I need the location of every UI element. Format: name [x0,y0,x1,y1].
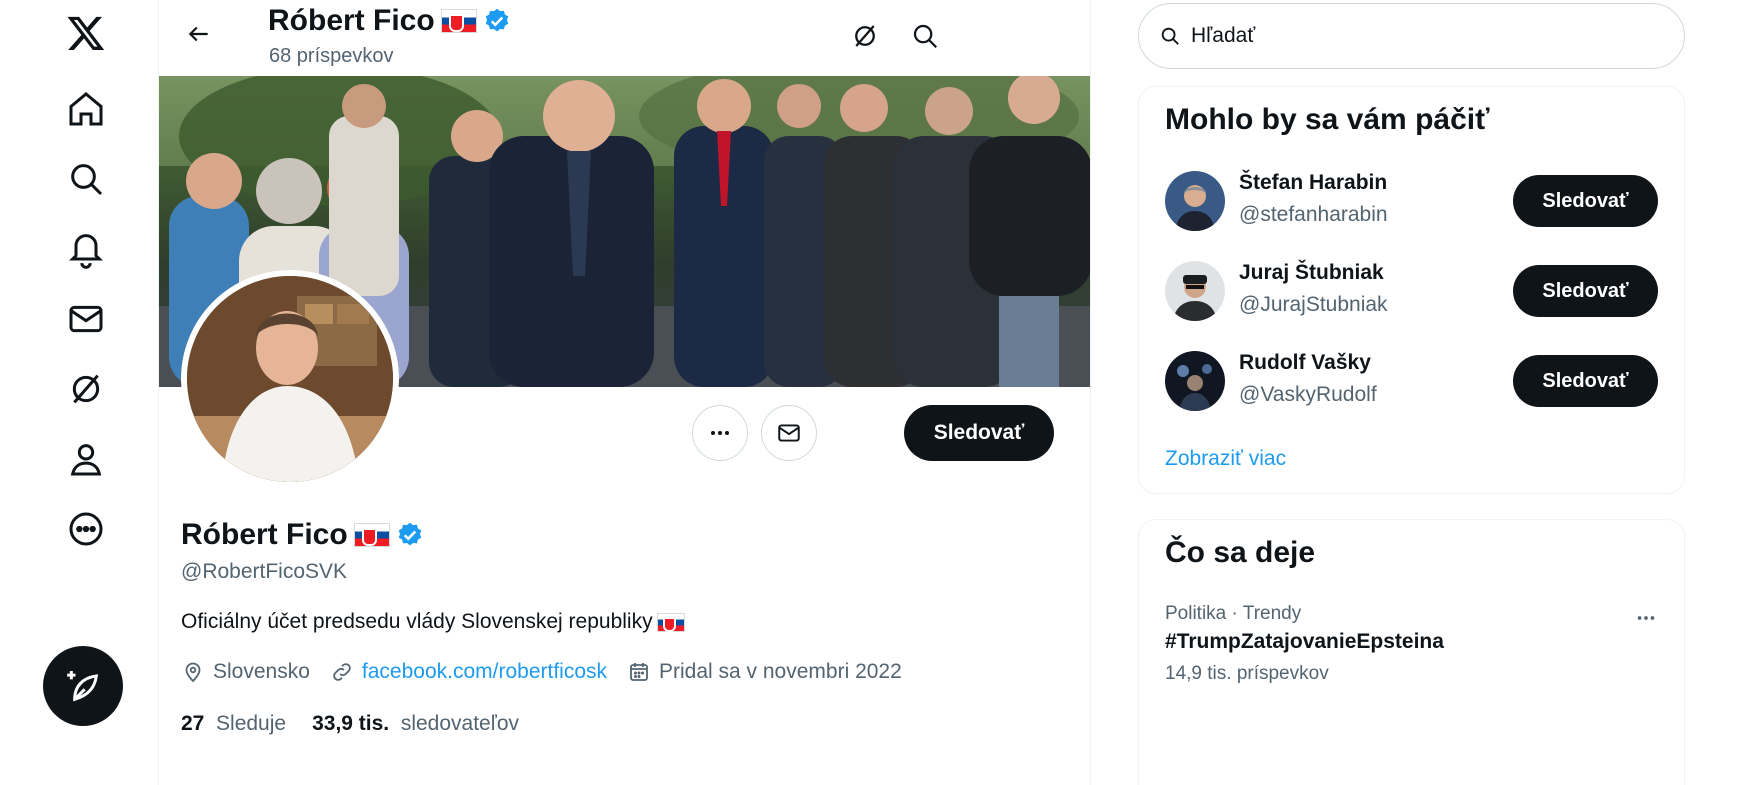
followers-stat[interactable]: 33,9 tis. sledovateľov [312,712,519,736]
suggestion-name: Juraj Štubniak [1239,261,1384,284]
joined-item: Pridal sa v novembri 2022 [627,660,902,684]
more-options-button[interactable] [692,405,748,461]
profile-column: Róbert Fico 68 príspevkov Sledovať Róber… [158,0,1091,785]
more-icon[interactable] [58,501,114,557]
search-profile-button[interactable] [903,14,947,58]
trends-title: Čo sa deje [1165,536,1316,569]
ellipsis-icon [711,431,729,435]
search-icon [913,24,938,49]
trend-meta: Politika · Trendy [1165,603,1302,624]
avatar[interactable] [1165,171,1225,231]
follow-suggestion-button[interactable]: Sledovať [1513,355,1658,407]
suggestion-item[interactable]: Rudolf Vašky @VaskyRudolf Sledovať [1165,345,1665,415]
avatar[interactable] [1165,351,1225,411]
verified-badge-icon [485,8,508,32]
slovak-flag-icon [656,612,685,632]
followers-count: 33,9 tis. [312,712,390,735]
ellipsis-icon [1637,616,1655,620]
suggestion-handle: @VaskyRudolf [1239,383,1377,406]
follow-suggestion-button[interactable]: Sledovať [1513,265,1658,317]
header-name: Róbert Fico [268,4,435,37]
back-button[interactable] [179,14,219,54]
profile-avatar[interactable] [181,270,399,488]
compose-post-button[interactable] [43,646,123,726]
follow-button[interactable]: Sledovať [904,405,1054,461]
grok-analyze-button[interactable] [843,14,887,58]
profile-bio-text: Oficiálny účet predsedu vlády Slovenskej… [181,610,653,633]
website-item: facebook.com/robertficosk [330,660,607,684]
messages-icon[interactable] [58,291,114,347]
profile-icon[interactable] [58,431,114,487]
search-input[interactable] [1191,24,1631,48]
arrow-left-icon [188,26,208,42]
home-icon[interactable] [58,81,114,137]
following-stat[interactable]: 27 Sleduje [181,712,286,736]
who-to-follow-title: Mohlo by sa vám páčiť [1165,103,1490,136]
joined-text: Pridal sa v novembri 2022 [659,660,902,683]
calendar-icon [630,663,648,681]
grok-icon [855,25,875,47]
left-navigation [0,0,158,785]
post-count: 68 príspevkov [269,45,394,67]
profile-meta: Slovensko facebook.com/robertficosk Prid… [181,660,922,684]
verified-badge-icon[interactable] [396,521,424,549]
slovak-flag-icon [440,9,477,33]
suggestion-name: Štefan Harabin [1239,171,1388,194]
trend-more-button[interactable] [1626,598,1666,638]
profile-name-text: Róbert Fico [181,518,348,551]
followers-label: sledovateľov [400,712,520,735]
slovak-flag-icon [353,523,390,547]
follow-suggestion-button[interactable]: Sledovať [1513,175,1658,227]
x-logo-icon[interactable] [58,5,114,61]
trend-name: #TrumpZatajovanieEpsteina [1165,630,1444,653]
who-to-follow-card: Mohlo by sa vám páčiť Štefan Harabin @st… [1138,86,1685,494]
suggestion-item[interactable]: Štefan Harabin @stefanharabin Sledovať [1165,165,1665,235]
avatar-photo [187,276,393,482]
profile-bio: Oficiálny účet predsedu vlády Slovenskej… [181,610,685,634]
header-title: Róbert Fico [268,4,511,38]
search-icon[interactable] [58,151,114,207]
profile-handle: @RobertFicoSVK [181,560,348,583]
compose-post-icon [67,671,99,702]
following-label: Sleduje [216,712,287,735]
message-button[interactable] [761,405,817,461]
search-icon [1161,27,1179,45]
profile-name: Róbert Fico [181,518,424,552]
location-pin-icon [185,662,201,683]
location-text: Slovensko [213,660,310,683]
suggestion-handle: @stefanharabin [1239,203,1388,226]
show-more-link[interactable]: Zobraziť viac [1165,447,1286,471]
trend-count: 14,9 tis. príspevkov [1165,663,1329,684]
avatar[interactable] [1165,261,1225,321]
website-link[interactable]: facebook.com/robertficosk [362,660,607,684]
notifications-icon[interactable] [58,221,114,277]
location-item: Slovensko [181,660,310,684]
suggestion-name: Rudolf Vašky [1239,351,1371,374]
trends-card: Čo sa deje Politika · Trendy #TrumpZataj… [1138,519,1685,785]
profile-stats: 27 Sleduje 33,9 tis. sledovateľov [181,712,519,736]
search-box[interactable] [1138,3,1685,69]
suggestion-item[interactable]: Juraj Štubniak @JurajStubniak Sledovať [1165,255,1665,325]
link-icon [333,663,351,681]
grok-icon[interactable] [58,361,114,417]
following-count: 27 [181,712,205,735]
profile-header-bar: Róbert Fico 68 príspevkov [159,0,1090,76]
envelope-icon [778,424,800,442]
suggestion-handle: @JurajStubniak [1239,293,1388,316]
